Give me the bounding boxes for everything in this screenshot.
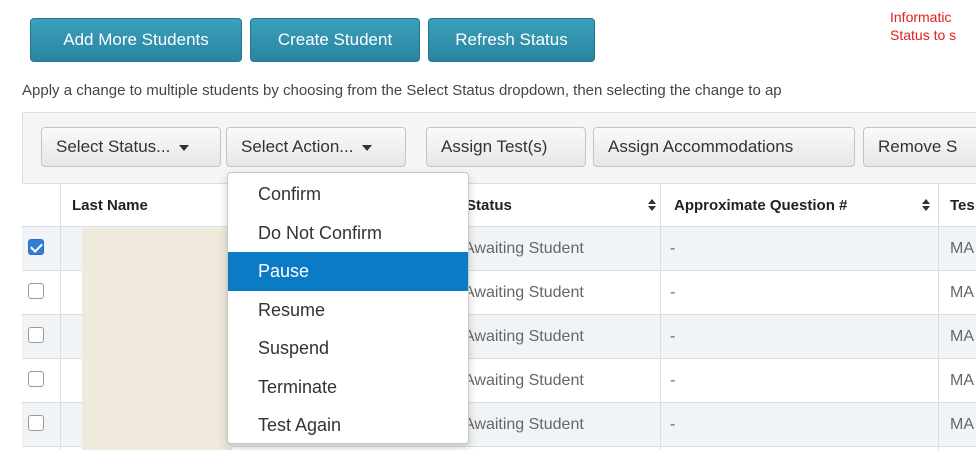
- row-checkbox[interactable]: [28, 283, 44, 299]
- test-cell: MA: [950, 284, 974, 301]
- header-last-name[interactable]: Last Name: [72, 184, 148, 227]
- sort-icon[interactable]: [922, 199, 930, 213]
- header-test[interactable]: Tes: [950, 184, 976, 227]
- question-cell: -: [670, 328, 676, 345]
- select-status-dropdown[interactable]: Select Status...: [41, 127, 221, 167]
- question-cell: -: [670, 240, 676, 257]
- assign-tests-button[interactable]: Assign Test(s): [426, 127, 586, 167]
- header-approximate-question[interactable]: Approximate Question #: [674, 184, 847, 227]
- column-divider: [938, 183, 939, 450]
- question-cell: -: [670, 416, 676, 433]
- sort-icon[interactable]: [648, 199, 656, 213]
- question-cell: -: [670, 284, 676, 301]
- row-checkbox[interactable]: [28, 239, 44, 255]
- menu-item-do-not-confirm[interactable]: Do Not Confirm: [228, 214, 468, 253]
- status-cell: Awaiting Student: [464, 328, 584, 345]
- status-cell: Awaiting Student: [464, 416, 584, 433]
- info-message: Informatic Status to s: [890, 8, 976, 44]
- row-checkbox[interactable]: [28, 415, 44, 431]
- info-line-1: Informatic: [890, 9, 952, 25]
- menu-item-terminate[interactable]: Terminate: [228, 368, 468, 407]
- info-line-2: Status to s: [890, 27, 957, 43]
- assign-accommodations-button[interactable]: Assign Accommodations: [593, 127, 855, 167]
- select-status-label: Select Status...: [56, 137, 171, 156]
- action-dropdown-menu: Confirm Do Not Confirm Pause Resume Susp…: [227, 172, 469, 444]
- menu-item-test-again[interactable]: Test Again: [228, 406, 468, 445]
- header-status[interactable]: Status: [466, 184, 646, 227]
- students-table: Last Name Status Approximate Question # …: [22, 183, 976, 450]
- menu-item-suspend[interactable]: Suspend: [228, 329, 468, 368]
- helper-text: Apply a change to multiple students by c…: [22, 82, 782, 99]
- status-cell: Awaiting Student: [464, 372, 584, 389]
- redacted-name-area: [82, 228, 232, 450]
- table-header: Last Name Status Approximate Question # …: [22, 183, 976, 227]
- question-cell: -: [670, 372, 676, 389]
- column-divider: [660, 183, 661, 450]
- create-student-button[interactable]: Create Student: [250, 18, 420, 62]
- status-cell: Awaiting Student: [464, 284, 584, 301]
- caret-down-icon: [179, 144, 190, 151]
- menu-item-confirm[interactable]: Confirm: [228, 175, 468, 214]
- row-checkbox[interactable]: [28, 327, 44, 343]
- add-more-students-button[interactable]: Add More Students: [30, 18, 242, 62]
- test-cell: MA: [950, 372, 974, 389]
- select-action-dropdown[interactable]: Select Action...: [226, 127, 406, 167]
- test-cell: MA: [950, 328, 974, 345]
- test-cell: MA: [950, 240, 974, 257]
- test-cell: MA: [950, 416, 974, 433]
- row-checkbox[interactable]: [28, 371, 44, 387]
- menu-item-resume[interactable]: Resume: [228, 291, 468, 330]
- menu-item-pause[interactable]: Pause: [228, 252, 468, 291]
- caret-down-icon: [362, 144, 373, 151]
- select-action-label: Select Action...: [241, 137, 354, 156]
- status-cell: Awaiting Student: [464, 240, 584, 257]
- column-divider: [60, 183, 61, 450]
- refresh-status-button[interactable]: Refresh Status: [428, 18, 595, 62]
- remove-button[interactable]: Remove S: [863, 127, 976, 167]
